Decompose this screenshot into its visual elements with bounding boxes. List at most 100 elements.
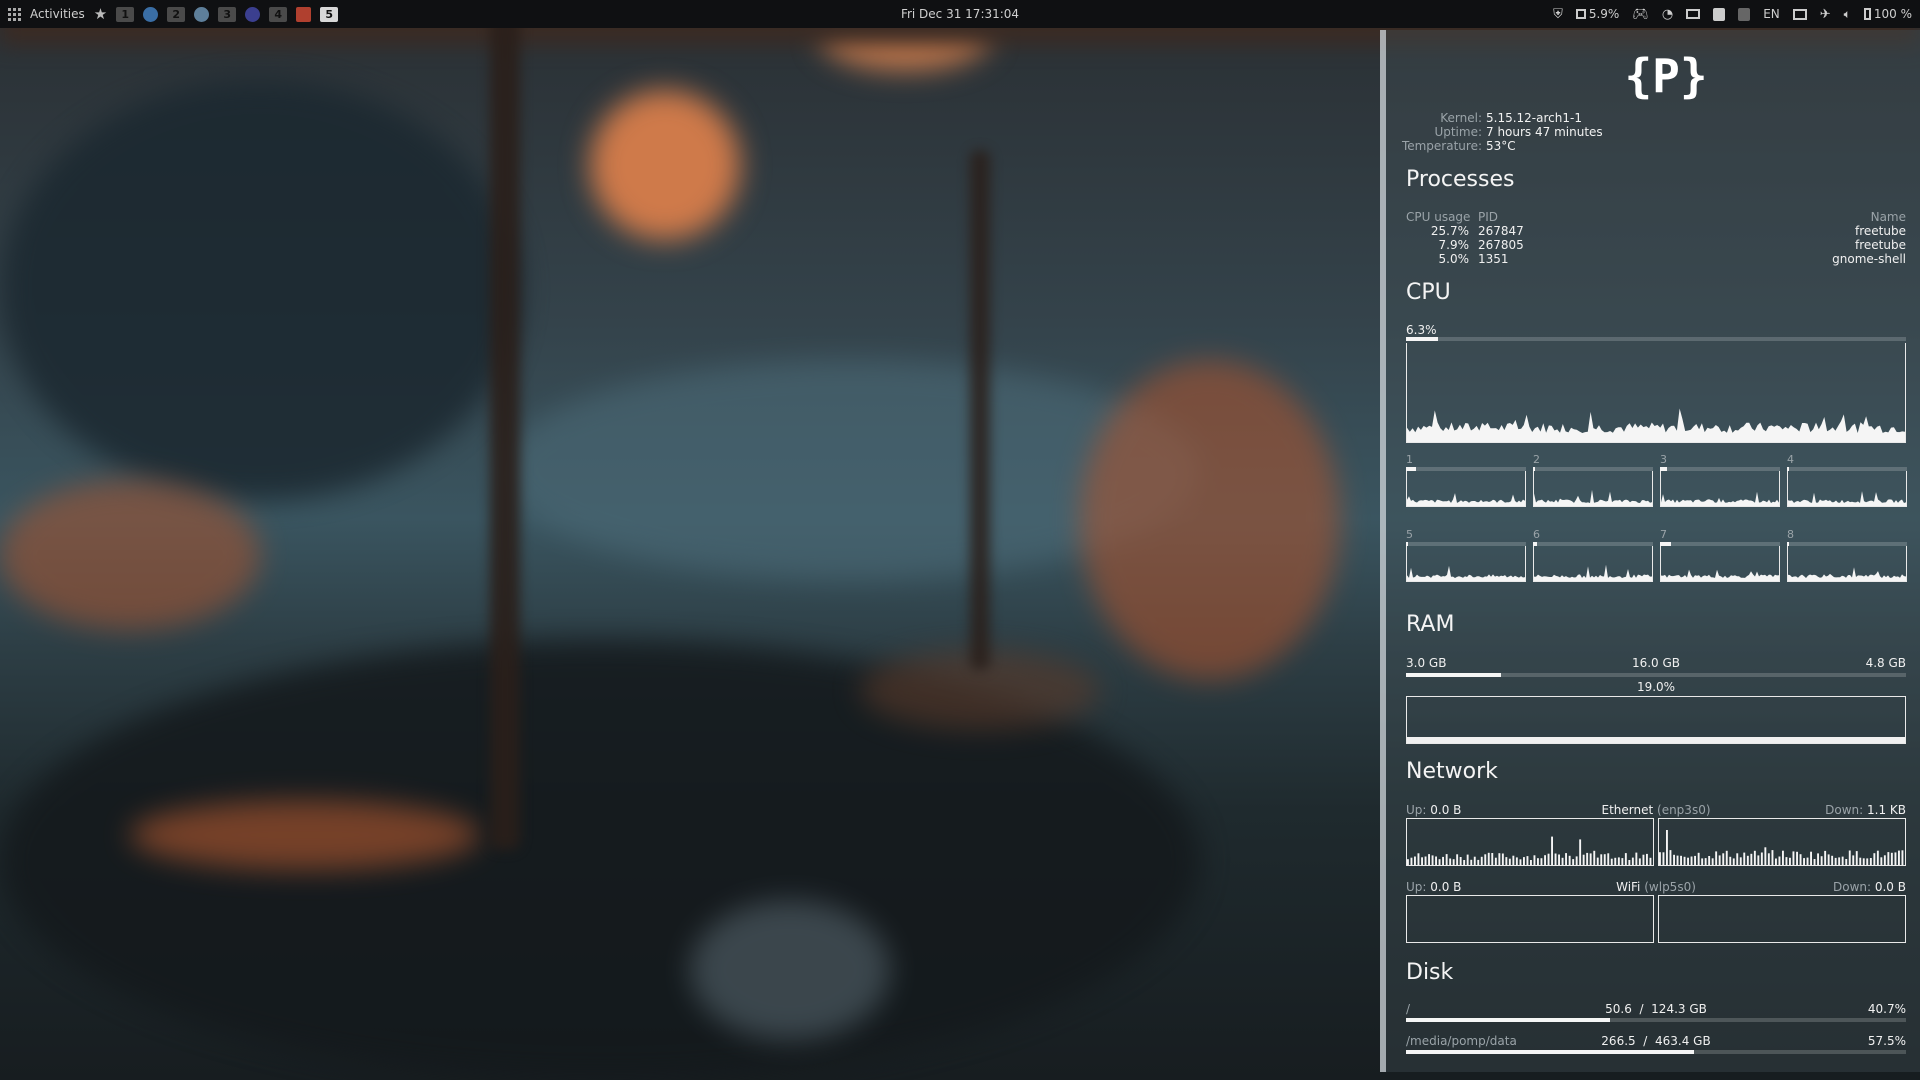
traffic-bar (1824, 850, 1827, 865)
chip-icon (1575, 9, 1586, 19)
clock[interactable]: Fri Dec 31 17:31:04 (901, 7, 1019, 21)
traffic-bar (1449, 858, 1452, 865)
traffic-bar (1466, 854, 1469, 865)
traffic-bar (1547, 853, 1550, 865)
col-cpu-usage: CPU usage (1406, 210, 1471, 224)
disk-2-bar (1406, 1050, 1906, 1054)
traffic-bar (1676, 855, 1679, 865)
kernel-row: Kernel: 5.15.12-arch1-1 (1386, 111, 1582, 125)
traffic-bar (1687, 857, 1689, 865)
activity-area (1407, 565, 1525, 581)
traffic-bar (1428, 854, 1430, 865)
discord-icon[interactable] (245, 6, 261, 22)
traffic-bar (1459, 857, 1462, 865)
workspace-2[interactable]: 2 (167, 6, 186, 22)
activity-area (1534, 489, 1652, 506)
window-layout-icon[interactable] (1686, 9, 1701, 19)
traffic-bar (1718, 855, 1721, 865)
top-bar: Activities ★ 1 2 3 4 5 Fri Dec 31 17:31:… (0, 0, 1920, 28)
traffic-bar (1452, 859, 1455, 865)
traffic-bar (1628, 860, 1631, 865)
ram-graph (1406, 696, 1906, 744)
gamepad-icon[interactable]: 🎮︎ (1632, 7, 1649, 22)
proc-cpu-2: 7.9% (1438, 238, 1470, 252)
app-grid-icon[interactable] (8, 7, 21, 21)
traffic-bar (1831, 855, 1834, 865)
traffic-bar (1785, 857, 1788, 865)
traffic-bar (1442, 856, 1444, 865)
activities-button[interactable]: Activities (30, 7, 85, 21)
cpu-core-graph-plot (1788, 567, 1906, 581)
traffic-bar (1589, 853, 1592, 865)
user-icon[interactable] (1713, 7, 1726, 21)
disk-2-size: 463.4 GB (1654, 1034, 1711, 1048)
traffic-bar (1813, 859, 1816, 865)
disk-1-percent: 40.7% (1867, 1002, 1906, 1016)
wifi-down-label: Down: (1832, 880, 1872, 894)
user-alt-icon[interactable] (1738, 7, 1751, 21)
traffic-bar (1498, 853, 1501, 865)
traffic-bar (1407, 859, 1409, 865)
traffic-bar (1806, 857, 1809, 865)
traffic-bar (1782, 850, 1784, 865)
traffic-bar (1600, 854, 1603, 865)
traffic-bar (1575, 856, 1578, 865)
cpu-core-label: 7 (1660, 528, 1667, 541)
uptime-value: 7 hours 47 minutes (1486, 125, 1603, 139)
cpu-core-graph (1406, 546, 1526, 582)
col-pid: PID (1478, 210, 1499, 224)
favorites-star-icon[interactable]: ★ (94, 5, 107, 23)
cpu-core-label: 4 (1787, 453, 1794, 466)
workspace-4[interactable]: 4 (269, 6, 288, 22)
eth-down: Down: 1.1 KB (1825, 803, 1906, 817)
traffic-bar (1646, 853, 1648, 865)
traffic-bar (1739, 857, 1742, 865)
cpu-core-graph-plot (1534, 489, 1652, 506)
traffic-bar (1746, 855, 1749, 865)
shield-icon[interactable]: ⛨ (1553, 7, 1563, 22)
app-circle-icon[interactable] (194, 6, 210, 22)
airplane-icon[interactable]: ✈ (1820, 7, 1831, 22)
eth-name: Ethernet (1601, 803, 1654, 817)
freetube-icon[interactable] (296, 6, 312, 22)
cpu-total-value: 6.3% (1406, 323, 1437, 337)
traffic-bar (1533, 855, 1536, 865)
battery-indicator[interactable]: 100 % (1863, 7, 1912, 21)
traffic-bar (1820, 856, 1823, 865)
traffic-bar (1792, 851, 1795, 865)
speed-meter-icon[interactable]: ◔ (1662, 7, 1673, 22)
activity-area (1661, 491, 1779, 506)
traffic-bar (1435, 856, 1437, 865)
workspace-1[interactable]: 1 (116, 6, 135, 22)
traffic-bar (1901, 850, 1904, 865)
traffic-bar (1662, 852, 1665, 865)
traffic-bar (1445, 854, 1448, 865)
proc-name-2: freetube (1855, 238, 1906, 252)
workspace-3[interactable]: 3 (218, 6, 237, 22)
language-indicator[interactable]: EN (1763, 7, 1780, 21)
traffic-bar (1537, 858, 1539, 865)
volume-icon[interactable]: 🔈︎ (1844, 7, 1851, 22)
traffic-bar (1873, 853, 1876, 865)
network-title: Network (1406, 759, 1498, 784)
traffic-bar (1690, 856, 1693, 865)
browser-icon[interactable] (143, 6, 159, 22)
display-icon[interactable] (1792, 8, 1807, 20)
traffic-bar (1579, 839, 1582, 865)
traffic-bar (1838, 857, 1841, 865)
system-monitor-panel: {P} Kernel: 5.15.12-arch1-1 Uptime: 7 hour… (1380, 30, 1920, 1072)
workspace-5[interactable]: 5 (320, 6, 339, 22)
traffic-bar (1876, 850, 1879, 865)
traffic-bar (1505, 857, 1508, 865)
traffic-bar (1421, 857, 1423, 865)
proc-pid-3: 1351 (1478, 252, 1509, 266)
traffic-bar (1680, 855, 1682, 865)
temperature-value: 53°C (1486, 139, 1516, 153)
cpu-core-graph (1787, 546, 1907, 582)
traffic-bar (1487, 852, 1490, 865)
traffic-bar (1827, 854, 1830, 865)
traffic-bar (1666, 830, 1668, 865)
traffic-bar (1561, 857, 1564, 865)
disk-2-bar-fill (1406, 1050, 1694, 1054)
cpu-indicator[interactable]: 5.9% (1575, 7, 1619, 21)
